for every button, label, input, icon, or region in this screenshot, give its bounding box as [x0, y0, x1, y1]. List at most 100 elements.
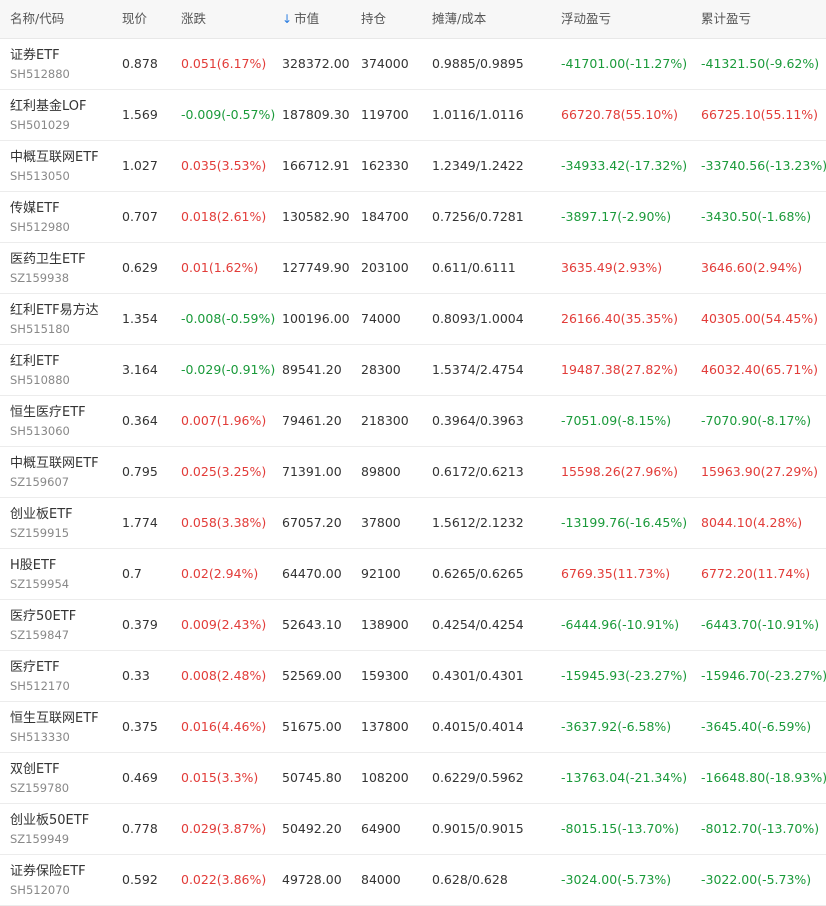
position: 137800	[361, 719, 409, 734]
table-row[interactable]: 医药卫生ETF SZ159938 0.629 0.01(1.62%) 127749.90…	[0, 243, 826, 294]
floating-pl: -3637.92(-6.58%)	[561, 719, 672, 734]
change: 0.022(3.86%)	[181, 872, 267, 887]
fund-name[interactable]: 红利ETF	[10, 353, 70, 370]
market-value: 100196.00	[282, 311, 350, 326]
fund-name-code: 创业板50ETF SZ159949	[10, 812, 89, 848]
table-row[interactable]: 证券ETF SH512880 0.878 0.051(6.17%) 328372.00 3…	[0, 39, 826, 90]
table-row[interactable]: 证券保险ETF SH512070 0.592 0.022(3.86%) 49728.00…	[0, 855, 826, 906]
price: 0.375	[122, 719, 158, 734]
market-value: 64470.00	[282, 566, 342, 581]
price: 1.027	[122, 158, 158, 173]
header-market-value-label: 市值	[294, 11, 320, 26]
floating-pl: 26166.40(35.35%)	[561, 311, 679, 326]
floating-pl: 15598.26(27.96%)	[561, 464, 679, 479]
table-row[interactable]: 恒生医疗ETF SH513060 0.364 0.007(1.96%) 79461.20…	[0, 396, 826, 447]
price: 0.7	[122, 566, 142, 581]
total-pl: 6772.20(11.74%)	[701, 566, 811, 581]
header-position[interactable]: 持仓	[361, 0, 386, 38]
table-row[interactable]: 红利ETF易方达 SH515180 1.354 -0.008(-0.59%) 10019…	[0, 294, 826, 345]
position: 184700	[361, 209, 409, 224]
price: 0.379	[122, 617, 158, 632]
position: 138900	[361, 617, 409, 632]
fund-code: SZ159780	[10, 781, 70, 795]
fund-name[interactable]: 证券ETF	[10, 47, 70, 64]
floating-pl: 6769.35(11.73%)	[561, 566, 671, 581]
cost: 1.0116/1.0116	[432, 107, 524, 122]
fund-name[interactable]: 恒生医疗ETF	[10, 404, 86, 421]
table-row[interactable]: 中概互联网ETF SH513050 1.027 0.035(3.53%) 166712.…	[0, 141, 826, 192]
fund-name[interactable]: H股ETF	[10, 557, 69, 574]
table-row[interactable]: 红利基金LOF SH501029 1.569 -0.009(-0.57%) 187809…	[0, 90, 826, 141]
position: 159300	[361, 668, 409, 683]
position: 64900	[361, 821, 401, 836]
position: 84000	[361, 872, 401, 887]
fund-name[interactable]: 医疗ETF	[10, 659, 70, 676]
fund-name[interactable]: 创业板ETF	[10, 506, 73, 523]
fund-name-code: 中概互联网ETF SZ159607	[10, 455, 99, 491]
fund-code: SH510880	[10, 373, 70, 387]
table-row[interactable]: 医疗ETF SH512170 0.33 0.008(2.48%) 52569.00 159…	[0, 651, 826, 702]
total-pl: -33740.56(-13.23%)	[701, 158, 826, 173]
cost: 0.6172/0.6213	[432, 464, 524, 479]
total-pl: -6443.70(-10.91%)	[701, 617, 820, 632]
market-value: 187809.30	[282, 107, 350, 122]
fund-name[interactable]: 恒生互联网ETF	[10, 710, 99, 727]
header-total-pl[interactable]: 累计盈亏	[701, 0, 751, 38]
change: -0.029(-0.91%)	[181, 362, 276, 377]
floating-pl: -13199.76(-16.45%)	[561, 515, 688, 530]
table-row[interactable]: 双创ETF SZ159780 0.469 0.015(3.3%) 50745.80 108…	[0, 753, 826, 804]
price: 0.878	[122, 56, 158, 71]
header-market-value[interactable]: ↓ 市值	[282, 0, 319, 38]
cost: 0.7256/0.7281	[432, 209, 524, 224]
table-row[interactable]: 恒生互联网ETF SH513330 0.375 0.016(4.46%) 51675.0…	[0, 702, 826, 753]
fund-name[interactable]: 创业板50ETF	[10, 812, 89, 829]
fund-name[interactable]: 医疗50ETF	[10, 608, 76, 625]
fund-name[interactable]: 传媒ETF	[10, 200, 70, 217]
fund-name-code: 医药卫生ETF SZ159938	[10, 251, 86, 287]
fund-code: SZ159938	[10, 271, 70, 285]
change: 0.007(1.96%)	[181, 413, 267, 428]
header-price[interactable]: 现价	[122, 0, 147, 38]
change: 0.025(3.25%)	[181, 464, 267, 479]
table-row[interactable]: 创业板50ETF SZ159949 0.778 0.029(3.87%) 50492.2…	[0, 804, 826, 855]
fund-name[interactable]: 红利基金LOF	[10, 98, 87, 115]
change: 0.029(3.87%)	[181, 821, 267, 836]
table-row[interactable]: 中概互联网ETF SZ159607 0.795 0.025(3.25%) 71391.0…	[0, 447, 826, 498]
market-value: 130582.90	[282, 209, 350, 224]
table-row[interactable]: 医疗50ETF SZ159847 0.379 0.009(2.43%) 52643.10…	[0, 600, 826, 651]
header-cost[interactable]: 摊薄/成本	[432, 0, 486, 38]
cost: 0.3964/0.3963	[432, 413, 524, 428]
total-pl: -3430.50(-1.68%)	[701, 209, 812, 224]
market-value: 328372.00	[282, 56, 350, 71]
fund-name[interactable]: 双创ETF	[10, 761, 69, 778]
market-value: 67057.20	[282, 515, 342, 530]
position: 203100	[361, 260, 409, 275]
table-row[interactable]: H股ETF SZ159954 0.7 0.02(2.94%) 64470.00 92100…	[0, 549, 826, 600]
fund-name[interactable]: 证券保险ETF	[10, 863, 86, 880]
fund-name[interactable]: 医药卫生ETF	[10, 251, 86, 268]
fund-code: SH515180	[10, 322, 70, 336]
fund-name-code: 恒生医疗ETF SH513060	[10, 404, 86, 440]
cost: 0.4015/0.4014	[432, 719, 524, 734]
fund-name[interactable]: 中概互联网ETF	[10, 149, 99, 166]
table-row[interactable]: 传媒ETF SH512980 0.707 0.018(2.61%) 130582.90 1…	[0, 192, 826, 243]
header-change[interactable]: 涨跌	[181, 0, 206, 38]
fund-name-code: 红利ETF SH510880	[10, 353, 70, 389]
fund-code: SH512170	[10, 679, 70, 693]
fund-name[interactable]: 中概互联网ETF	[10, 455, 99, 472]
price: 0.33	[122, 668, 150, 683]
fund-name-code: 红利基金LOF SH501029	[10, 98, 87, 134]
table-row[interactable]: 创业板ETF SZ159915 1.774 0.058(3.38%) 67057.20 3…	[0, 498, 826, 549]
header-name-code[interactable]: 名称/代码	[10, 0, 64, 38]
header-floating-pl[interactable]: 浮动盈亏	[561, 0, 611, 38]
fund-name-code: 证券保险ETF SH512070	[10, 863, 86, 899]
total-pl: -7070.90(-8.17%)	[701, 413, 812, 428]
change: 0.058(3.38%)	[181, 515, 267, 530]
change: -0.009(-0.57%)	[181, 107, 276, 122]
total-pl: 40305.00(54.45%)	[701, 311, 819, 326]
cost: 0.6229/0.5962	[432, 770, 524, 785]
table-row[interactable]: 红利ETF SH510880 3.164 -0.029(-0.91%) 89541.20…	[0, 345, 826, 396]
position: 89800	[361, 464, 401, 479]
fund-name[interactable]: 红利ETF易方达	[10, 302, 99, 319]
fund-name-code: 创业板ETF SZ159915	[10, 506, 73, 542]
